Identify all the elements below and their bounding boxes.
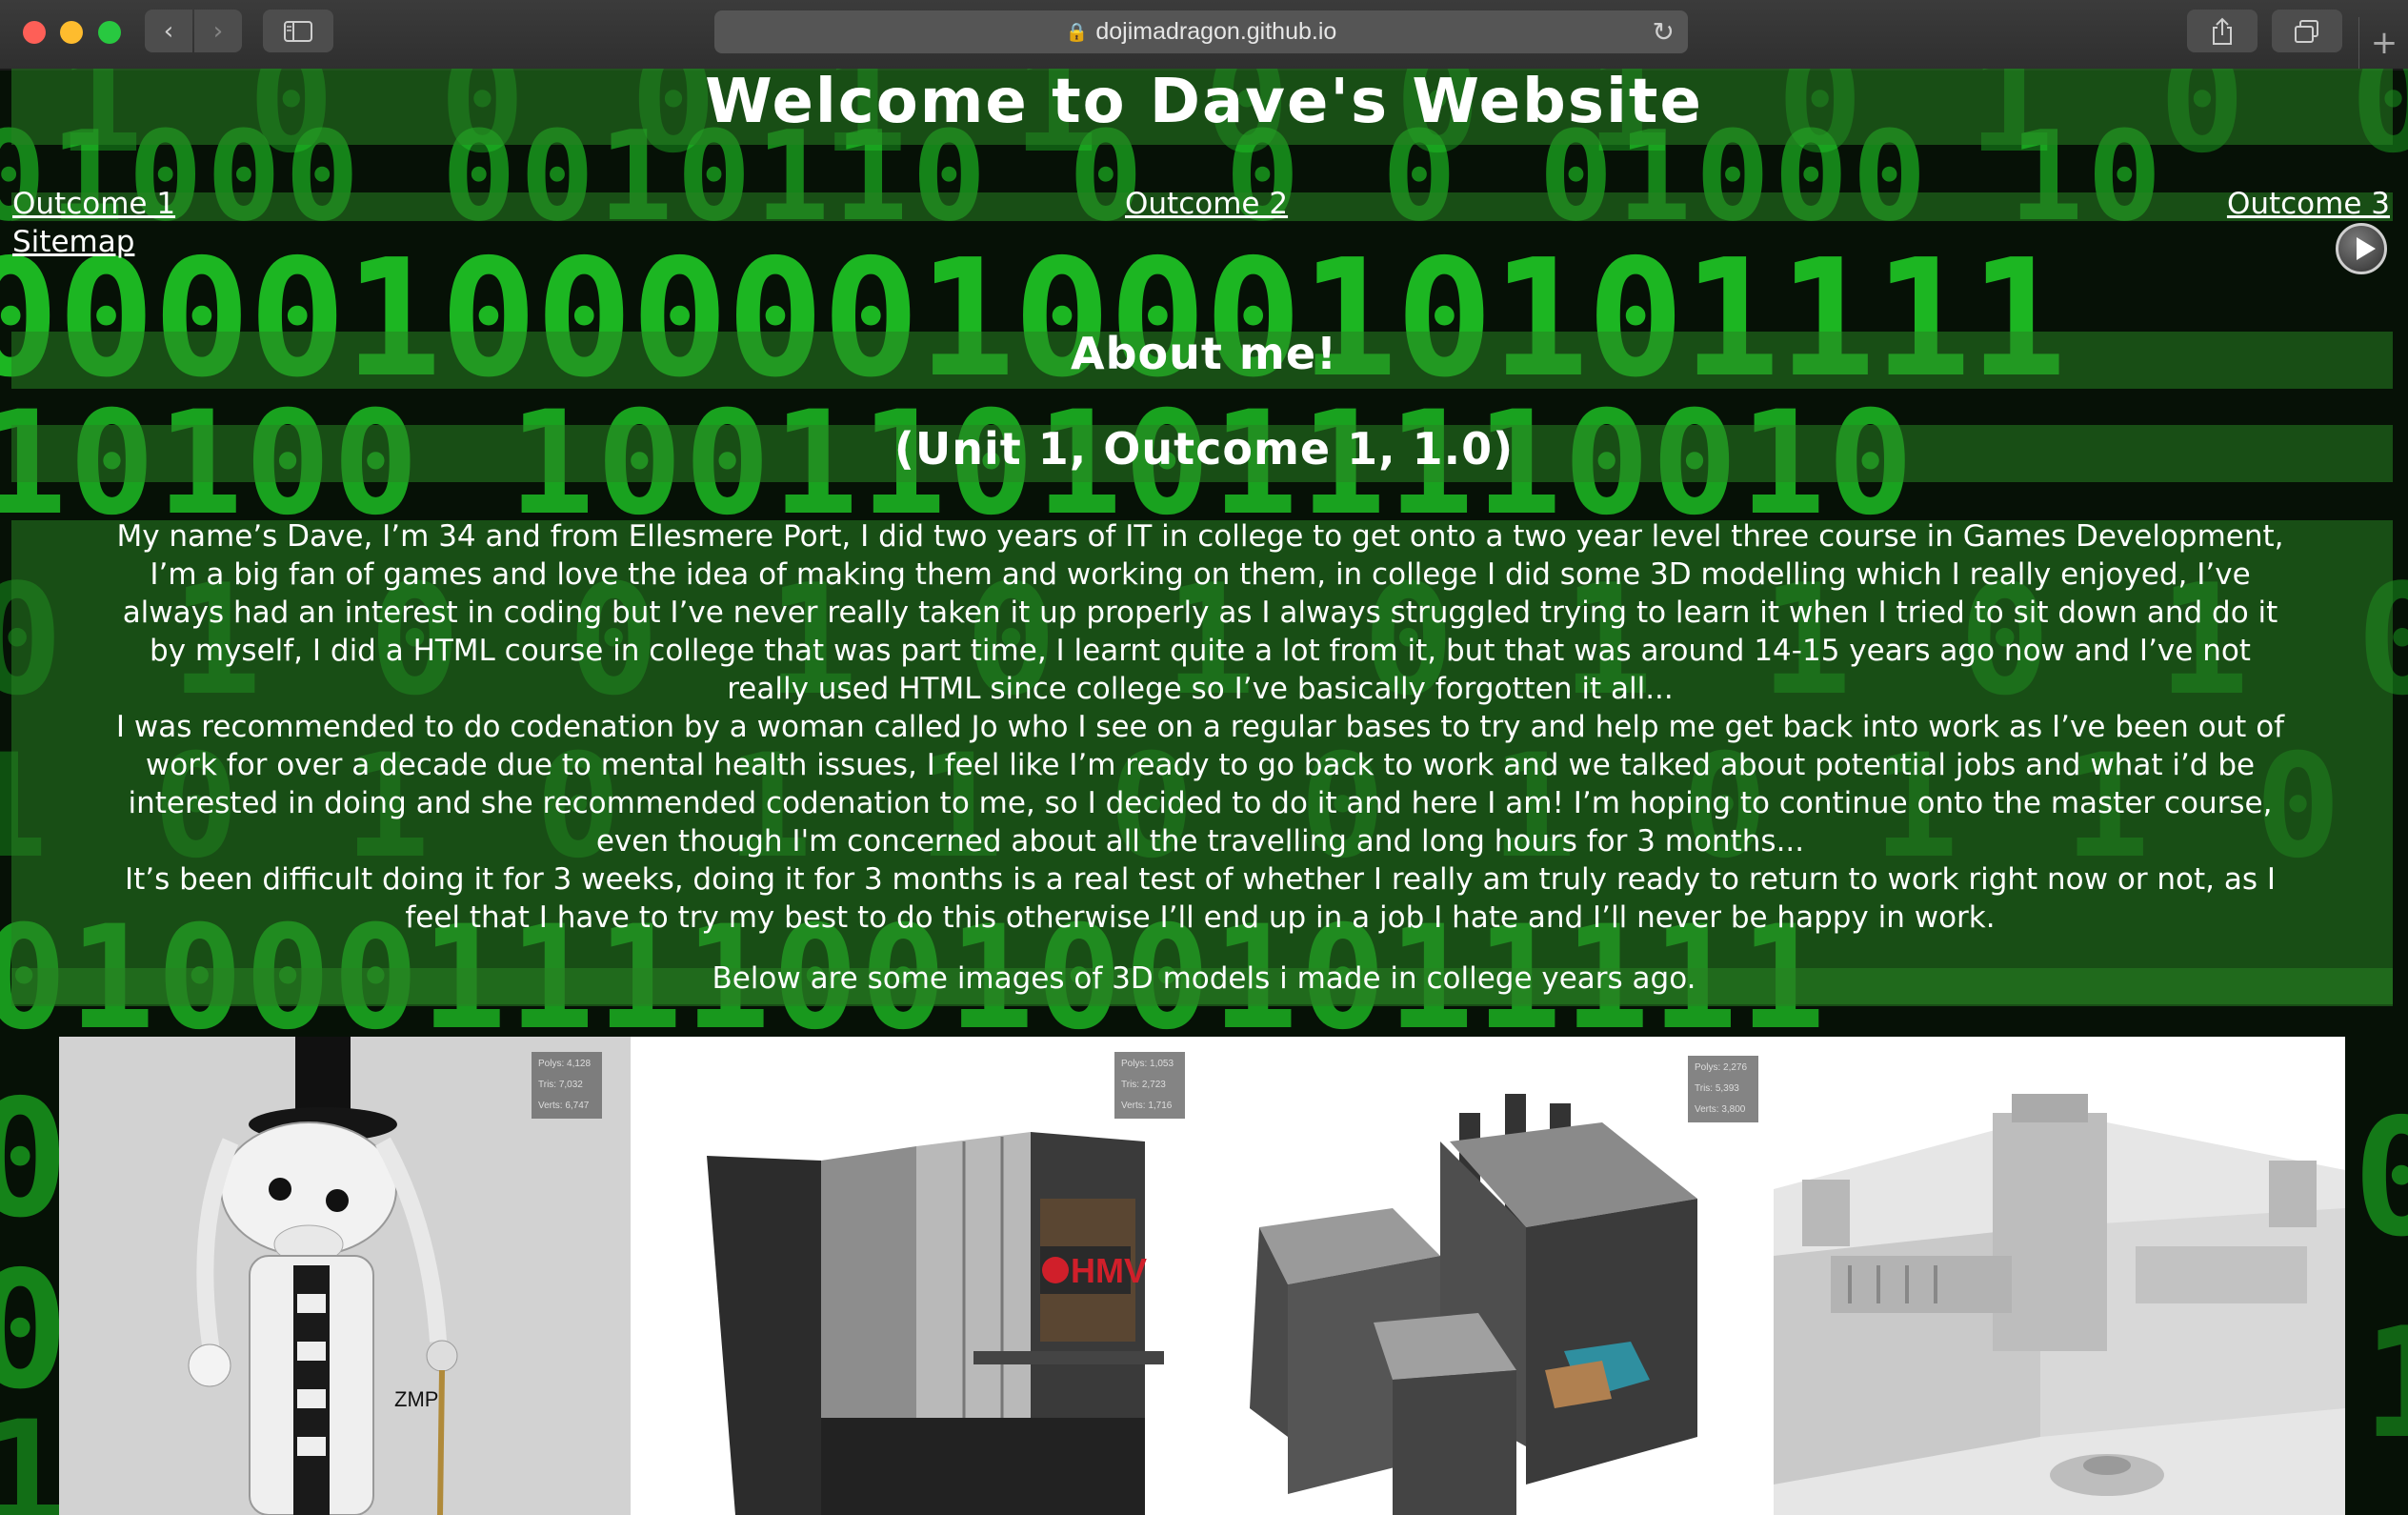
about-paragraph: I was recommended to do codenation by a … <box>115 710 2285 858</box>
close-window-button[interactable] <box>23 21 46 44</box>
polys-stat: Polys: 2,276 <box>1695 1062 1748 1073</box>
mansion-model-image <box>1774 1037 2345 1515</box>
about-paragraph: It’s been difficult doing it for 3 weeks… <box>124 862 2277 935</box>
nav-outcome-2[interactable]: Outcome 2 <box>1125 187 1288 221</box>
svg-text:ZMP: ZMP <box>394 1387 438 1411</box>
sidebar-icon <box>284 20 312 42</box>
polys-stat: Polys: 4,128 <box>538 1059 592 1069</box>
nav-sitemap[interactable]: Sitemap <box>12 225 134 259</box>
unit-subheading: (Unit 1, Outcome 1, 1.0) <box>893 423 1515 475</box>
browser-toolbar: ‹ › 🔒 dojimadragon.github.io ↻ + <box>0 0 2408 71</box>
verts-stat: Verts: 3,800 <box>1695 1104 1746 1115</box>
address-bar[interactable]: 🔒 dojimadragon.github.io ↻ <box>714 10 1688 53</box>
minimize-window-button[interactable] <box>60 21 83 44</box>
forward-button[interactable]: › <box>194 10 242 52</box>
verts-stat: Verts: 6,747 <box>538 1101 590 1111</box>
gallery-image-factory[interactable]: Polys: 2,276 Tris: 5,393 Verts: 3,800 <box>1202 1037 1774 1515</box>
model-gallery: ZMP Polys: 4,128 Tris: 7,032 Verts: 6,74… <box>59 1037 2345 1515</box>
nav-outcome-3[interactable]: Outcome 3 <box>2227 187 2390 221</box>
show-tabs-button[interactable] <box>2272 10 2342 52</box>
polys-stat: Polys: 1,053 <box>1121 1059 1174 1069</box>
polycount-stats: Polys: 1,053 Tris: 2,723 Verts: 1,716 <box>1114 1052 1185 1119</box>
svg-text:HMV: HMV <box>1071 1251 1147 1290</box>
share-icon <box>2213 17 2232 45</box>
tris-stat: Tris: 2,723 <box>1121 1080 1166 1090</box>
web-page: 1 0 0 0 1 1 0 0 1 0 1 0 0 0 1 0 1 0 1 01… <box>0 69 2408 1515</box>
plus-icon: + <box>2370 24 2398 62</box>
nav-outcome-1[interactable]: Outcome 1 <box>12 187 175 221</box>
new-tab-button[interactable]: + <box>2358 17 2408 69</box>
zoom-window-button[interactable] <box>98 21 121 44</box>
gallery-caption: Below are some images of 3D models i mad… <box>712 961 1696 996</box>
gallery-image-robot[interactable]: ZMP Polys: 4,128 Tris: 7,032 Verts: 6,74… <box>59 1037 631 1515</box>
lock-icon: 🔒 <box>1065 22 1089 43</box>
sidebar-toggle-button[interactable] <box>263 10 333 52</box>
about-text: My name’s Dave, I’m 34 and from Ellesmer… <box>105 517 2296 937</box>
polycount-stats: Polys: 2,276 Tris: 5,393 Verts: 3,800 <box>1688 1056 1758 1122</box>
reload-icon[interactable]: ↻ <box>1653 16 1675 48</box>
chevron-left-icon: ‹ <box>163 16 174 46</box>
gallery-image-mansion[interactable] <box>1774 1037 2345 1515</box>
gallery-image-hmv[interactable]: HMV Polys: 1,053 Tris: 2,723 Verts: 1,71… <box>631 1037 1202 1515</box>
about-heading: About me! <box>1071 328 1337 379</box>
tabs-icon <box>2295 19 2318 43</box>
tris-stat: Tris: 5,393 <box>1695 1083 1739 1094</box>
back-button[interactable]: ‹ <box>145 10 192 52</box>
play-music-button[interactable] <box>2336 223 2387 274</box>
polycount-stats: Polys: 4,128 Tris: 7,032 Verts: 6,747 <box>532 1052 602 1119</box>
share-button[interactable] <box>2187 10 2258 52</box>
chevron-right-icon: › <box>212 16 224 46</box>
verts-stat: Verts: 1,716 <box>1121 1101 1173 1111</box>
url-text: dojimadragon.github.io <box>1095 18 1337 45</box>
about-paragraph: My name’s Dave, I’m 34 and from Ellesmer… <box>116 519 2284 706</box>
site-title: Welcome to Dave's Website <box>705 69 1703 137</box>
tris-stat: Tris: 7,032 <box>538 1080 583 1090</box>
